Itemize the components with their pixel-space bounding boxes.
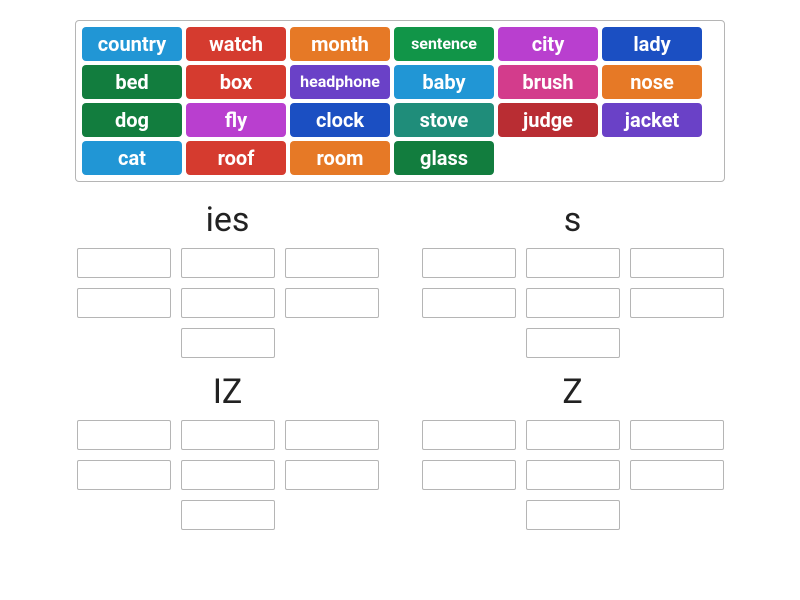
drop-slot[interactable] <box>77 420 171 450</box>
group-IZ: IZ <box>75 372 380 530</box>
slot-grid <box>75 248 380 358</box>
drop-slot[interactable] <box>285 460 379 490</box>
word-card-glass[interactable]: glass <box>394 141 494 175</box>
drop-slot[interactable] <box>181 328 275 358</box>
drop-slot[interactable] <box>422 248 516 278</box>
word-card-headphone[interactable]: headphone <box>290 65 390 99</box>
word-card-stove[interactable]: stove <box>394 103 494 137</box>
word-card-sentence[interactable]: sentence <box>394 27 494 61</box>
drop-slot[interactable] <box>77 248 171 278</box>
drop-slot[interactable] <box>285 288 379 318</box>
drop-slot[interactable] <box>422 460 516 490</box>
word-card-clock[interactable]: clock <box>290 103 390 137</box>
drop-slot[interactable] <box>181 420 275 450</box>
slot-grid <box>75 420 380 530</box>
word-card-city[interactable]: city <box>498 27 598 61</box>
group-title: IZ <box>75 372 380 412</box>
word-card-bed[interactable]: bed <box>82 65 182 99</box>
drop-slot[interactable] <box>526 460 620 490</box>
word-card-cat[interactable]: cat <box>82 141 182 175</box>
group-s: s <box>420 200 725 358</box>
word-card-lady[interactable]: lady <box>602 27 702 61</box>
word-card-month[interactable]: month <box>290 27 390 61</box>
slot-grid <box>420 248 725 358</box>
word-card-judge[interactable]: judge <box>498 103 598 137</box>
drop-slot[interactable] <box>181 248 275 278</box>
drop-slot[interactable] <box>285 420 379 450</box>
word-card-country[interactable]: country <box>82 27 182 61</box>
word-card-brush[interactable]: brush <box>498 65 598 99</box>
word-card-fly[interactable]: fly <box>186 103 286 137</box>
word-card-roof[interactable]: roof <box>186 141 286 175</box>
group-ies: ies <box>75 200 380 358</box>
drop-slot[interactable] <box>526 500 620 530</box>
drop-slot[interactable] <box>630 248 724 278</box>
word-card-baby[interactable]: baby <box>394 65 494 99</box>
drop-slot[interactable] <box>285 248 379 278</box>
word-card-nose[interactable]: nose <box>602 65 702 99</box>
word-card-watch[interactable]: watch <box>186 27 286 61</box>
drop-slot[interactable] <box>630 288 724 318</box>
drop-slot[interactable] <box>77 460 171 490</box>
word-bank: countrywatchmonthsentencecitylady bedboxh… <box>75 20 725 182</box>
drop-slot[interactable] <box>181 500 275 530</box>
drop-slot[interactable] <box>77 288 171 318</box>
slot-grid <box>420 420 725 530</box>
drop-slot[interactable] <box>630 460 724 490</box>
drop-slot[interactable] <box>181 460 275 490</box>
drop-slot[interactable] <box>630 420 724 450</box>
drop-slot[interactable] <box>526 420 620 450</box>
group-title: Z <box>420 372 725 412</box>
group-title: ies <box>75 200 380 240</box>
word-card-jacket[interactable]: jacket <box>602 103 702 137</box>
sort-groups: iess IZ Z <box>75 200 725 530</box>
drop-slot[interactable] <box>422 288 516 318</box>
group-title: s <box>420 200 725 240</box>
drop-slot[interactable] <box>526 248 620 278</box>
drop-slot[interactable] <box>181 288 275 318</box>
group-Z: Z <box>420 372 725 530</box>
drop-slot[interactable] <box>526 328 620 358</box>
drop-slot[interactable] <box>422 420 516 450</box>
drop-slot[interactable] <box>526 288 620 318</box>
word-card-dog[interactable]: dog <box>82 103 182 137</box>
word-card-room[interactable]: room <box>290 141 390 175</box>
word-card-box[interactable]: box <box>186 65 286 99</box>
